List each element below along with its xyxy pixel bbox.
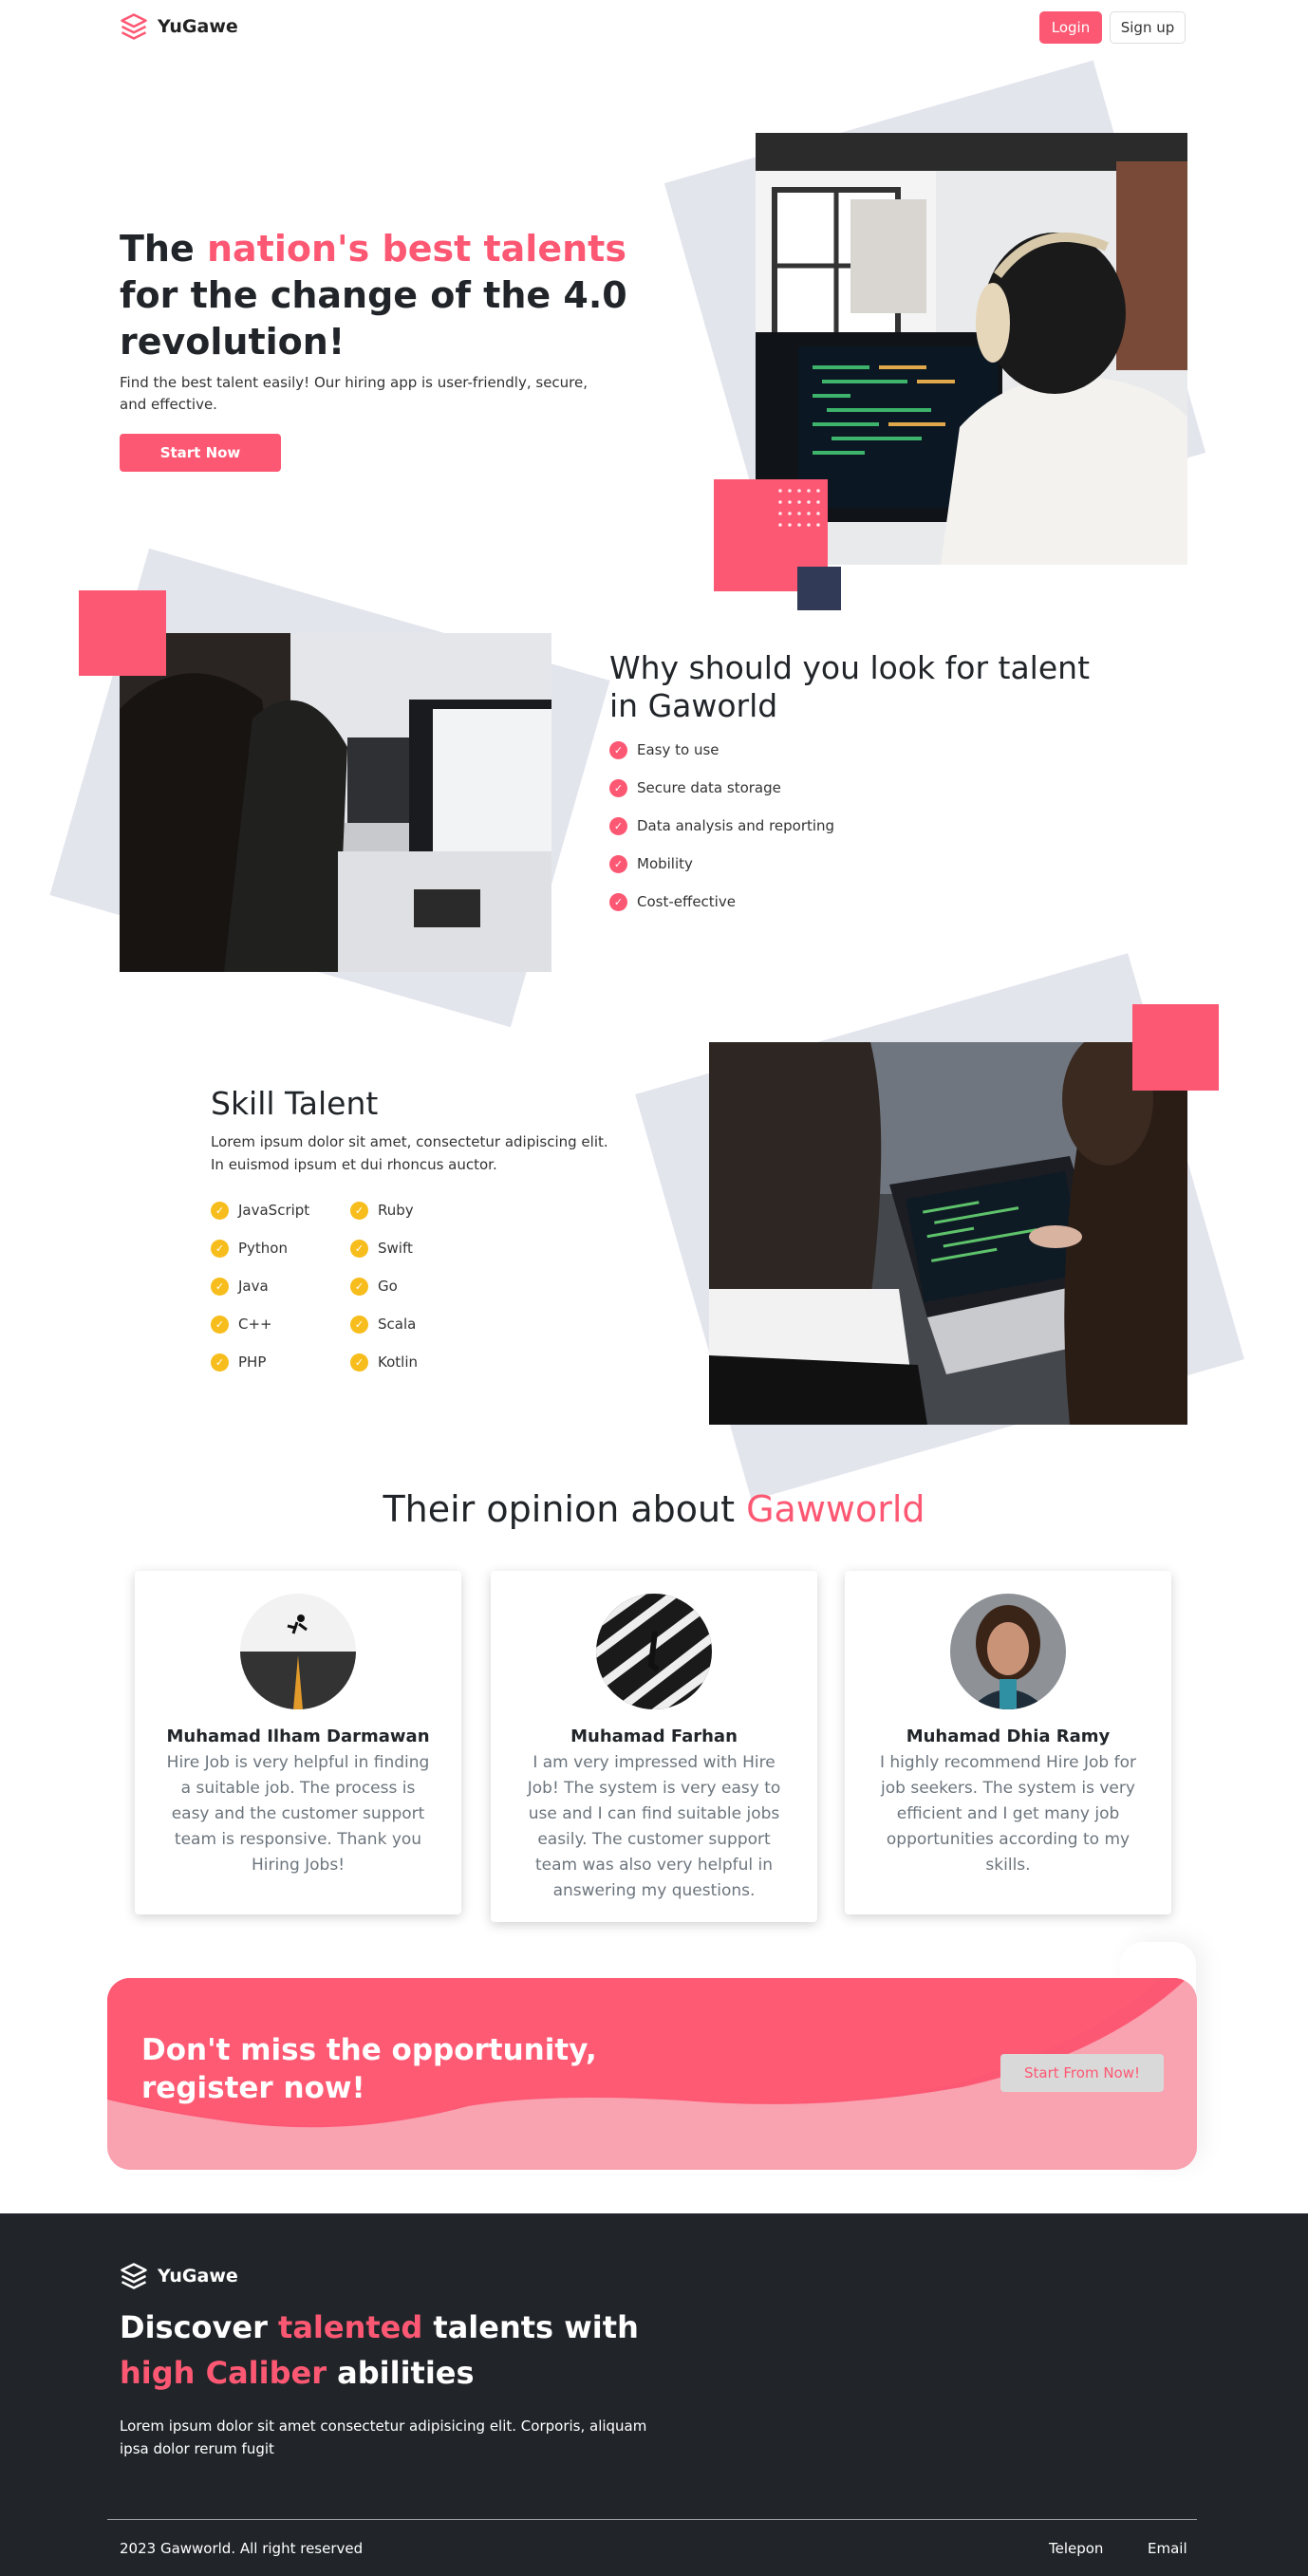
check-circle-icon: ✓ <box>350 1277 368 1296</box>
footer-divider <box>107 2519 1197 2520</box>
skill-item: ✓ PHP <box>211 1343 309 1381</box>
skill-list-col2: ✓ Ruby ✓ Swift ✓ Go ✓ Scala ✓ Kotlin <box>350 1191 418 1381</box>
skill-list-col1: ✓ JavaScript ✓ Python ✓ Java ✓ C++ ✓ PHP <box>211 1191 309 1381</box>
signup-button[interactable]: Sign up <box>1110 11 1186 44</box>
why-item: ✓ Secure data storage <box>609 769 834 807</box>
navbar-brand[interactable]: YuGawe <box>120 12 238 41</box>
footer-brand[interactable]: YuGawe <box>120 2262 238 2290</box>
why-item: ✓ Data analysis and reporting <box>609 807 834 845</box>
skill-item: ✓ Go <box>350 1267 418 1305</box>
start-from-now-button[interactable]: Start From Now! <box>1000 2054 1164 2092</box>
check-circle-icon: ✓ <box>350 1201 368 1220</box>
why-item: ✓ Cost-effective <box>609 883 834 921</box>
footer: YuGawe Discover talented talents with hi… <box>0 2213 1308 2576</box>
footer-description: Lorem ipsum dolor sit amet consectetur a… <box>120 2417 647 2457</box>
why-feature-list: ✓ Easy to use ✓ Secure data storage ✓ Data … <box>609 731 834 921</box>
skill-item: ✓ C++ <box>211 1305 309 1343</box>
check-circle-icon: ✓ <box>211 1353 229 1372</box>
skill-title: Skill Talent <box>211 1085 379 1122</box>
login-button[interactable]: Login <box>1039 11 1102 44</box>
check-circle-icon: ✓ <box>350 1353 368 1372</box>
opinion-title: Their opinion about Gawworld <box>383 1488 925 1530</box>
check-circle-icon: ✓ <box>609 892 627 911</box>
layers-logo-icon <box>121 2263 147 2289</box>
skill-item: ✓ Swift <box>350 1229 418 1267</box>
why-photo <box>120 633 551 972</box>
hero-title: The nation's best talents for the change… <box>120 228 627 363</box>
skill-description: Lorem ipsum dolor sit amet, consectetur … <box>211 1133 608 1173</box>
start-now-button[interactable]: Start Now <box>120 434 281 472</box>
testimonial-name: Muhamad Farhan <box>570 1727 738 1746</box>
check-circle-icon: ✓ <box>211 1239 229 1258</box>
cta-banner: Don't miss the opportunity, register now… <box>107 1978 1197 2170</box>
cta-heading: Don't miss the opportunity, register now… <box>141 2033 597 2105</box>
testimonial-card: Muhamad Dhia Ramy I highly recommend Hir… <box>845 1571 1171 1914</box>
skill-item: ✓ Kotlin <box>350 1343 418 1381</box>
skill-item: ✓ Java <box>211 1267 309 1305</box>
hero-subtitle: Find the best talent easily! Our hiring … <box>120 374 589 413</box>
check-circle-icon: ✓ <box>609 854 627 873</box>
skill-item: ✓ Ruby <box>350 1191 418 1229</box>
check-circle-icon: ✓ <box>350 1315 368 1334</box>
check-circle-icon: ✓ <box>211 1277 229 1296</box>
footer-brand-name: YuGawe <box>158 2266 238 2287</box>
footer-title: Discover talented talents with high Cali… <box>120 2309 639 2391</box>
skill-item: ✓ Python <box>211 1229 309 1267</box>
check-circle-icon: ✓ <box>211 1201 229 1220</box>
footer-copyright: 2023 Gawworld. All right reserved <box>120 2540 364 2557</box>
check-circle-icon: ✓ <box>350 1239 368 1258</box>
footer-link-telepon[interactable]: Telepon <box>1049 2540 1103 2557</box>
why-item: ✓ Easy to use <box>609 731 834 769</box>
testimonial-card: Muhamad Ilham Darmawan Hire Job is very … <box>135 1571 461 1914</box>
avatar <box>596 1594 712 1709</box>
decor-square-pink-why <box>79 590 166 676</box>
testimonial-quote: I highly recommend Hire Job for job seek… <box>879 1753 1136 1875</box>
testimonial-quote: Hire Job is very helpful in finding a su… <box>166 1753 430 1875</box>
skill-item: ✓ Scala <box>350 1305 418 1343</box>
footer-link-email[interactable]: Email <box>1148 2540 1187 2557</box>
testimonial-name: Muhamad Dhia Ramy <box>906 1727 1111 1746</box>
skill-photo <box>709 1042 1187 1425</box>
testimonial-name: Muhamad Ilham Darmawan <box>166 1727 430 1746</box>
avatar <box>240 1594 356 1709</box>
check-circle-icon: ✓ <box>609 816 627 835</box>
testimonial-quote: I am very impressed with Hire Job! The s… <box>527 1753 781 1900</box>
decor-square-navy <box>797 567 841 610</box>
testimonial-card: Muhamad Farhan I am very impressed with … <box>491 1571 817 1922</box>
why-title: Why should you look for talent in Gaworl… <box>609 649 1091 724</box>
layers-logo-icon <box>121 13 147 40</box>
avatar <box>950 1594 1066 1709</box>
check-circle-icon: ✓ <box>609 740 627 759</box>
check-circle-icon: ✓ <box>609 778 627 797</box>
why-item: ✓ Mobility <box>609 845 834 883</box>
check-circle-icon: ✓ <box>211 1315 229 1334</box>
decor-square-pink-skill <box>1132 1004 1219 1091</box>
brand-name: YuGawe <box>158 16 238 37</box>
skill-item: ✓ JavaScript <box>211 1191 309 1229</box>
